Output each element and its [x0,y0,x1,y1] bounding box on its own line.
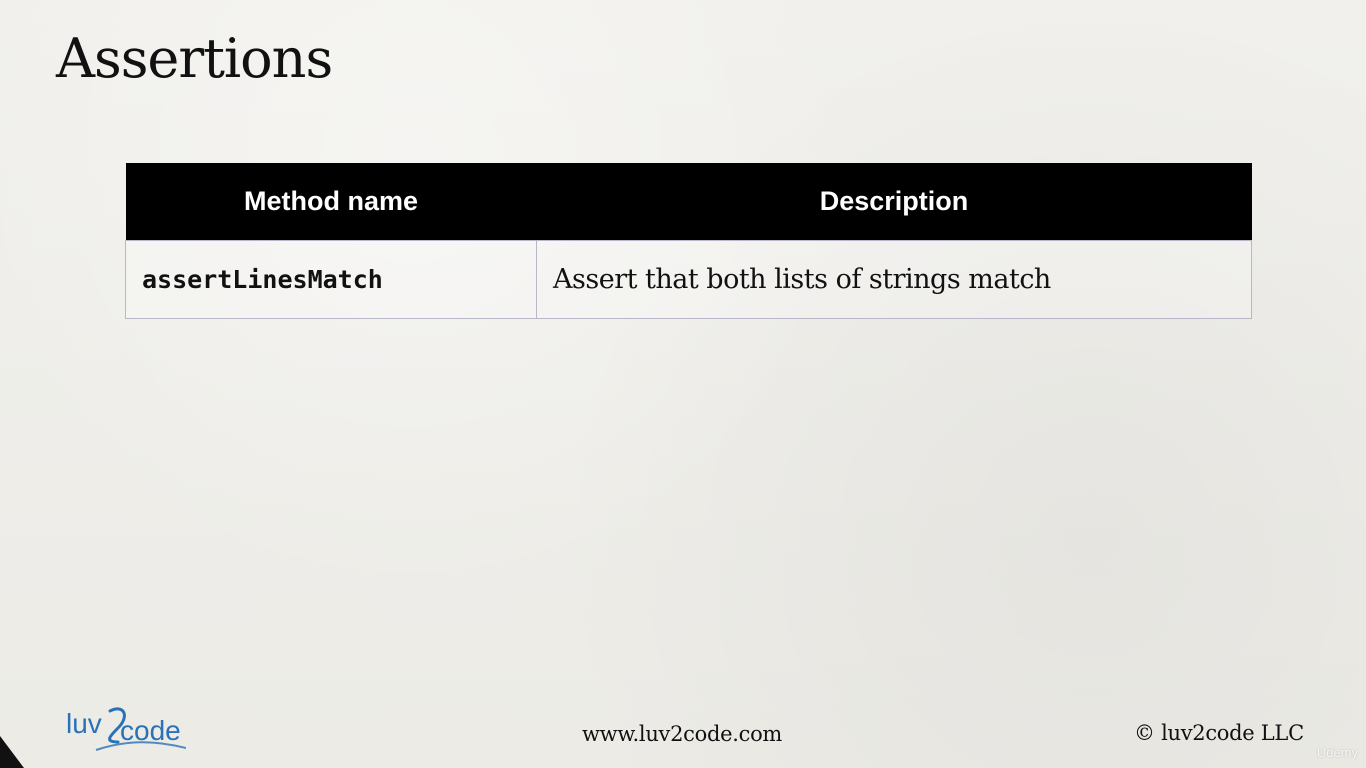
slide-frame: Assertions Method name Description asser… [0,0,1366,768]
logo-text-left: luv [66,708,102,739]
table-row: assertLinesMatch Assert that both lists … [125,240,1252,319]
luv2code-logo: luv code [66,707,186,751]
assertions-table: Method name Description assertLinesMatch… [125,163,1252,319]
slide-title: Assertions [56,27,333,90]
table-header-row: Method name Description [125,163,1252,241]
footer-copyright: © luv2code LLC [1134,721,1304,745]
logo-text-right: code [120,715,181,746]
column-header-method-name: Method name [125,163,537,241]
method-name-cell: assertLinesMatch [125,240,537,319]
slide-paper: Assertions Method name Description asser… [0,0,1366,768]
udemy-watermark: Udemy [1316,745,1358,760]
description-cell: Assert that both lists of strings match [536,240,1252,319]
footer-url: www.luv2code.com [582,722,783,746]
column-header-description: Description [536,163,1252,241]
